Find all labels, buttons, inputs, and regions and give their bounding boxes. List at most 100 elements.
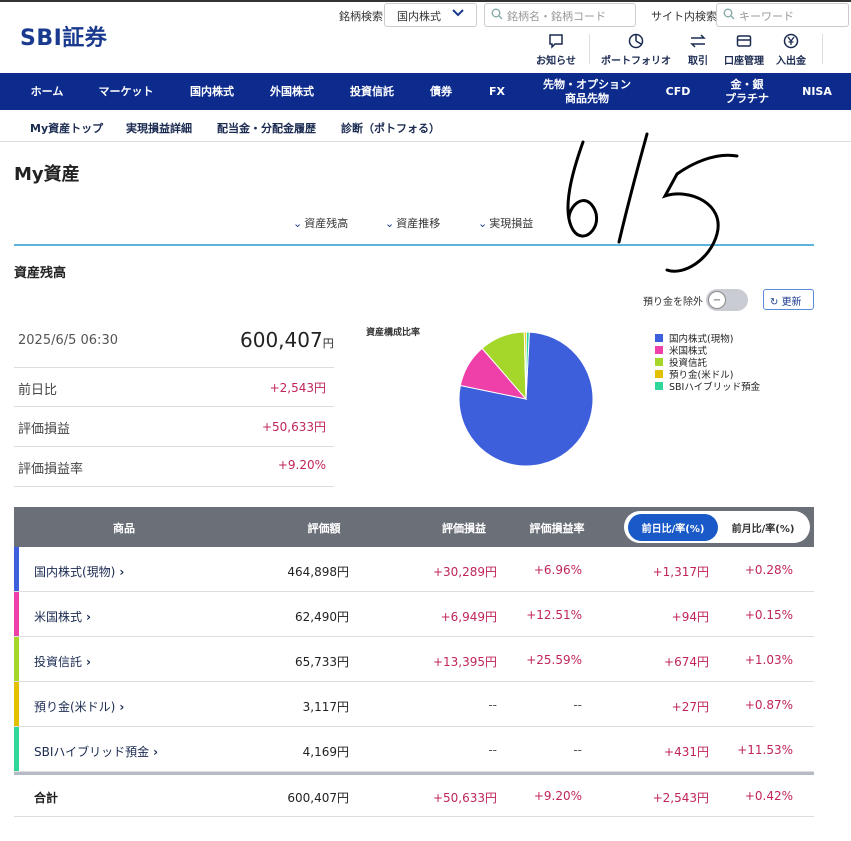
legend-swatch	[655, 334, 663, 342]
minus-icon: −	[708, 291, 726, 309]
category-color-bar	[14, 727, 19, 771]
section-title: 資産残高	[14, 266, 67, 281]
divider	[14, 486, 334, 487]
site-search-placeholder: キーワード	[739, 10, 794, 23]
balance-total: 600,407円	[240, 328, 334, 352]
product-link[interactable]: 米国株式 ›	[34, 608, 91, 625]
chevron-right-icon: ›	[119, 700, 125, 714]
pl-rate-cell: --	[573, 743, 582, 757]
site-search-label: サイト内検索	[651, 10, 717, 23]
header-product: 商品	[113, 522, 135, 535]
valuation-cell: 4,169円	[302, 745, 349, 759]
day-change-rate-cell: +0.28%	[744, 563, 793, 577]
nav-foreign-stock[interactable]: 外国株式	[252, 73, 332, 110]
notice-button[interactable]: お知らせ	[516, 32, 596, 67]
nav-fx[interactable]: FX	[472, 73, 522, 110]
chevron-right-icon: ›	[119, 565, 125, 579]
day-change-rate-cell: +0.87%	[744, 698, 793, 712]
table-row: 預り金(米ドル) › 3,117円 -- -- +27円 +0.87%	[14, 682, 814, 727]
pl-cell: +6,949円	[440, 610, 497, 624]
nav-gold[interactable]: 金・銀 プラチナ	[712, 73, 782, 110]
category-color-bar	[14, 682, 19, 726]
search-icon	[491, 8, 503, 23]
total-pl: +50,633円	[432, 791, 497, 805]
user-icon	[840, 32, 851, 50]
pie-chart-legend: 国内株式(現物) 米国株式 投資信託 預り金(米ドル) SBIハイブリッド預金	[655, 332, 761, 393]
divider	[14, 367, 334, 368]
divider	[14, 406, 334, 407]
unrealized-pl-value: +50,633円	[261, 420, 326, 434]
total-day-change-rate: +0.42%	[744, 789, 793, 803]
my-button[interactable]: My	[805, 32, 851, 63]
nav-market[interactable]: マーケット	[86, 73, 166, 110]
total-day-change: +2,543円	[652, 791, 709, 805]
chevron-down-icon	[452, 6, 464, 24]
unrealized-pl-label: 評価損益	[18, 422, 71, 437]
site-search-input[interactable]: キーワード	[716, 3, 849, 27]
day-change-rate-cell: +11.53%	[737, 743, 793, 757]
chevron-down-icon: ⌄	[385, 217, 395, 230]
valuation-cell: 62,490円	[295, 610, 349, 624]
refresh-button[interactable]: ↻ 更新	[763, 289, 814, 310]
chat-bubble-icon	[516, 32, 596, 50]
tab-asset-balance[interactable]: ⌄ 資産残高	[293, 215, 348, 231]
sbi-logo[interactable]: SBI証券	[20, 20, 107, 52]
toggle-month-change[interactable]: 前月比/率(%)	[718, 514, 808, 541]
stock-search-placeholder: 銘柄名・銘柄コード	[507, 10, 606, 23]
pl-cell: +13,395円	[432, 655, 497, 669]
product-link[interactable]: 国内株式(現物) ›	[34, 563, 124, 580]
table-row: SBIハイブリッド預金 › 4,169円 -- -- +431円 +11.53%	[14, 727, 814, 772]
nav-domestic-stock[interactable]: 国内株式	[172, 73, 252, 110]
subnav-dividend-history[interactable]: 配当金・分配金履歴	[217, 120, 316, 136]
pl-rate-cell: --	[573, 698, 582, 712]
legend-item: SBIハイブリッド預金	[655, 380, 761, 393]
category-color-bar	[14, 547, 19, 591]
search-icon	[723, 8, 735, 23]
pl-rate-cell: +12.51%	[526, 608, 582, 622]
toggle-day-change[interactable]: 前日比/率(%)	[628, 514, 718, 541]
tab-realized-pl[interactable]: ⌄ 実現損益	[478, 215, 533, 231]
valuation-cell: 65,733円	[295, 655, 349, 669]
subnav-my-assets-top[interactable]: My資産トップ	[30, 120, 103, 136]
day-change-rate-cell: +1.03%	[744, 653, 793, 667]
tab-asset-trend[interactable]: ⌄ 資産推移	[385, 215, 440, 231]
asset-allocation-pie-chart	[458, 331, 594, 467]
legend-label: SBIハイブリッド預金	[669, 382, 761, 393]
chevron-right-icon: ›	[86, 610, 91, 624]
total-row: 合計 600,407円 +50,633円 +9.20% +2,543円 +0.4…	[14, 775, 814, 817]
day-change-cell: +1,317円	[652, 565, 709, 579]
subnav-realized-pl[interactable]: 実現損益詳細	[126, 120, 192, 136]
nav-cfd[interactable]: CFD	[650, 73, 706, 110]
chevron-down-icon: ⌄	[293, 217, 303, 230]
nav-investment-trust[interactable]: 投資信託	[332, 73, 412, 110]
day-change-rate-cell: +0.15%	[744, 608, 793, 622]
subnav-diagnosis[interactable]: 診断（ポトフォる）	[341, 120, 440, 136]
pie-chart-title: 資産構成比率	[366, 328, 421, 338]
table-row: 国内株式(現物) › 464,898円 +30,289円 +6.96% +1,317円 +0…	[14, 547, 814, 592]
market-select[interactable]: 国内株式	[384, 3, 477, 27]
unrealized-pl-rate-label: 評価損益率	[18, 462, 84, 477]
nav-futures[interactable]: 先物・オプション 商品先物	[528, 73, 646, 110]
table-row: 投資信託 › 65,733円 +13,395円 +25.59% +674円 +1.03%	[14, 637, 814, 682]
stock-search-label: 銘柄検索	[339, 10, 383, 23]
pl-cell: --	[488, 698, 497, 712]
product-link[interactable]: 預り金(米ドル) ›	[34, 698, 124, 715]
refresh-icon: ↻	[770, 297, 782, 308]
product-link[interactable]: SBIハイブリッド預金 ›	[34, 743, 158, 760]
exclude-deposit-toggle[interactable]: −	[706, 289, 748, 311]
product-link[interactable]: 投資信託 ›	[34, 653, 91, 670]
top-border	[0, 0, 851, 2]
category-color-bar	[14, 637, 19, 681]
legend-swatch	[655, 346, 663, 354]
total-valuation: 600,407円	[287, 791, 349, 805]
stock-search-input[interactable]: 銘柄名・銘柄コード	[484, 3, 636, 27]
legend-swatch	[655, 382, 663, 390]
pl-rate-cell: +6.96%	[533, 563, 582, 577]
nav-nisa[interactable]: NISA	[790, 73, 844, 110]
total-label: 合計	[34, 791, 59, 805]
nav-home[interactable]: ホーム	[14, 73, 80, 110]
pl-cell: --	[488, 743, 497, 757]
valuation-cell: 3,117円	[302, 700, 349, 714]
divider	[589, 34, 590, 64]
nav-bond[interactable]: 債券	[412, 73, 470, 110]
